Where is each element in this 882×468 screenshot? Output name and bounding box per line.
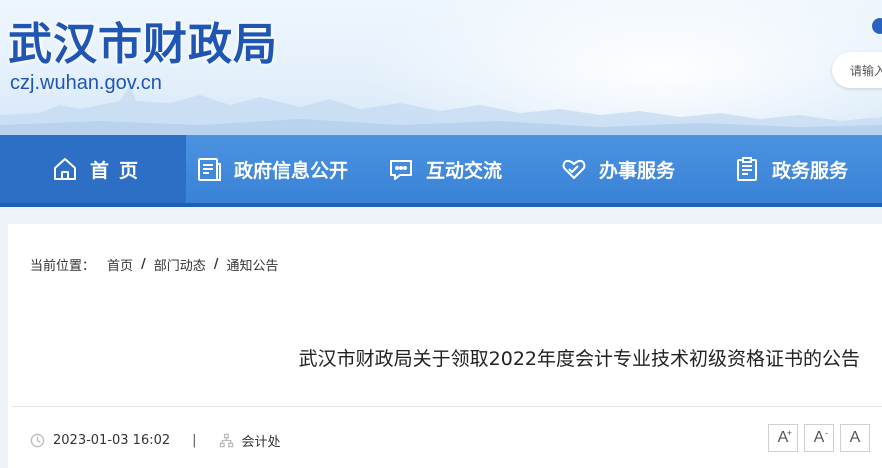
font-reset-button[interactable]: A — [840, 424, 870, 452]
clipboard-icon — [737, 157, 757, 181]
main-nav: 首页 政府信息公开 互动交流 办事服务 政务服务 — [0, 135, 882, 207]
breadcrumb: 当前位置： 首页 / 部门动态 / 通知公告 — [30, 255, 279, 274]
font-decrease-button[interactable]: A- — [804, 424, 834, 452]
article-meta: 2023-01-03 16:02 | 会计处 — [30, 431, 281, 450]
org-chart-icon — [219, 433, 233, 448]
breadcrumb-notices[interactable]: 通知公告 — [227, 255, 279, 274]
nav-item-label: 互动交流 — [426, 159, 503, 182]
nav-item-gov-affairs[interactable]: 政务服务 — [734, 135, 848, 203]
clock-icon — [30, 433, 45, 448]
heart-hand-icon — [562, 159, 586, 179]
site-title[interactable]: 武汉市财政局 — [8, 8, 278, 72]
title-divider — [12, 406, 882, 407]
breadcrumb-home[interactable]: 首页 — [107, 255, 133, 274]
article-source: 会计处 — [241, 435, 281, 450]
publish-datetime: 2023-01-03 16:02 — [53, 433, 171, 448]
breadcrumb-dept-news[interactable]: 部门动态 — [154, 255, 206, 274]
nav-item-label: 政务服务 — [772, 159, 849, 182]
document-icon — [198, 158, 221, 181]
article-title: 武汉市财政局关于领取2022年度会计专业技术初级资格证书的公告 — [298, 348, 860, 370]
nav-item-services[interactable]: 办事服务 — [561, 135, 675, 203]
site-domain: czj.wuhan.gov.cn — [10, 72, 162, 94]
site-header: 武汉市财政局 czj.wuhan.gov.cn 请输入 — [0, 0, 882, 135]
nav-item-interaction[interactable]: 互动交流 — [388, 135, 502, 203]
nav-item-gov-info[interactable]: 政府信息公开 — [196, 135, 348, 203]
nav-item-label: 首页 — [90, 159, 149, 182]
meta-separator: | — [192, 433, 197, 448]
breadcrumb-separator: / — [141, 257, 146, 272]
chat-icon — [390, 160, 412, 180]
nav-item-home[interactable]: 首页 — [0, 135, 186, 203]
font-size-controls: A + A- A — [768, 424, 870, 452]
breadcrumb-prefix: 当前位置： — [30, 259, 96, 274]
nav-item-label: 政府信息公开 — [234, 159, 349, 182]
home-icon — [54, 158, 76, 180]
accessibility-icon[interactable] — [872, 18, 882, 34]
search-input[interactable]: 请输入 — [832, 52, 882, 88]
breadcrumb-separator: / — [213, 257, 219, 272]
font-increase-button[interactable]: A + — [768, 424, 798, 452]
article-card: 当前位置： 首页 / 部门动态 / 通知公告 武汉市财政局关于领取2022年度会… — [8, 224, 882, 468]
nav-item-label: 办事服务 — [599, 159, 676, 182]
